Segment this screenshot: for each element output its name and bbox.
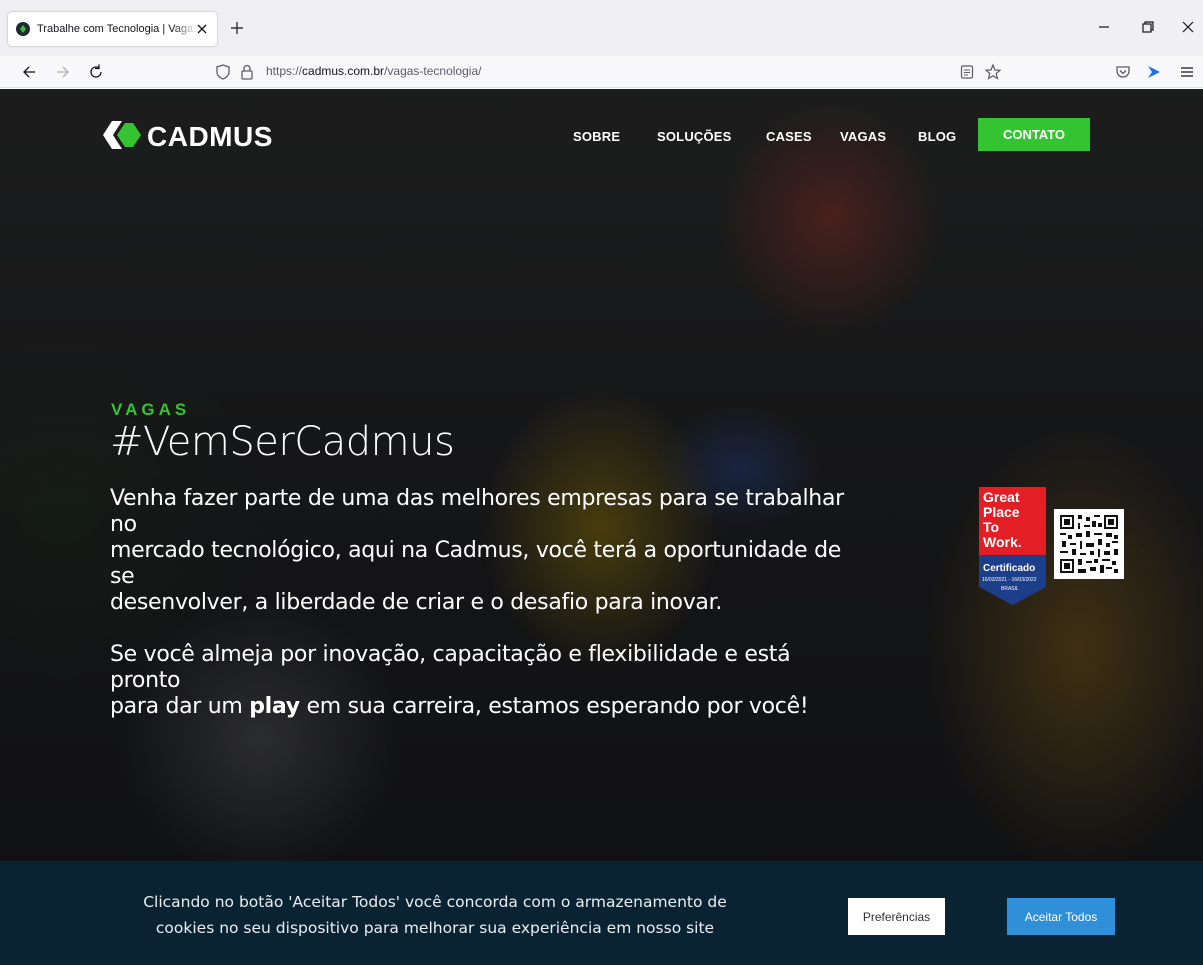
logo-text: CADMUS [147,121,273,152]
line-text: para dar um [110,694,250,719]
tracking-protection-shield-icon[interactable] [214,63,232,81]
cadmus-favicon-icon [16,22,30,36]
badge-dates: 16/03/2021 - 16/03/2022 [982,577,1037,583]
back-icon[interactable] [20,63,38,81]
paragraph-line: Venha fazer parte de uma das melhores em… [110,486,844,511]
forward-icon[interactable] [54,63,72,81]
qr-code [1054,509,1124,579]
preferences-button[interactable]: Preferências [848,898,945,935]
hero-paragraph-2: Se você almeja por inovação, capacitação… [110,642,960,720]
paragraph-line: desenvolver, a liberdade de criar e o de… [110,590,723,615]
nav-item-blog[interactable]: BLOG [918,129,956,144]
nav-item-solucoes[interactable]: SOLUÇÕES [657,129,732,144]
cadmus-logo-mark-icon [103,119,143,155]
restore-icon[interactable] [1140,19,1156,35]
new-tab-icon[interactable] [229,20,245,36]
badge-line-to: To [983,519,999,535]
minimize-icon[interactable] [1096,19,1112,35]
paragraph-line: para dar um play em sua carreira, estamo… [110,694,960,720]
hero-paragraph-1: Venha fazer parte de uma das melhores em… [110,486,960,616]
badge-line-work: Work. [983,534,1022,550]
url-path: /vagas-tecnologia/ [384,64,482,78]
paragraph-line: Se você almeja por inovação, capacitação… [110,642,791,667]
contato-button[interactable]: CONTATO [978,118,1090,151]
url-text[interactable]: https://cadmus.com.br/vagas-tecnologia/ [266,64,481,78]
badge-certified: Certificado [983,563,1035,574]
cookie-message: Clicando no botão 'Aceitar Todos' você c… [80,889,790,941]
app-menu-icon[interactable] [1178,63,1196,81]
paragraph-line: se [110,564,135,589]
nav-item-sobre[interactable]: SOBRE [573,129,620,144]
lock-icon[interactable] [238,63,256,81]
close-tab-icon[interactable] [195,21,209,35]
url-prefix: https:// [266,64,303,78]
reload-icon[interactable] [87,63,105,81]
tab-bar: Trabalhe com Tecnologia | Vagas [0,0,1203,56]
paragraph-line: pronto [110,668,181,693]
badge-line-place: Place [983,504,1020,520]
navigation-toolbar: https://cadmus.com.br/vagas-tecnologia/ [0,56,1203,88]
cookie-consent-banner: Clicando no botão 'Aceitar Todos' você c… [0,861,1203,965]
address-bar[interactable]: https://cadmus.com.br/vagas-tecnologia/ [204,58,1010,86]
accept-all-button[interactable]: Aceitar Todos [1007,898,1115,935]
section-eyebrow: VAGAS [111,400,191,419]
url-host: cadmus.com.br [302,64,385,78]
tab-title: Trabalhe com Tecnologia | Vagas [37,23,197,35]
close-window-icon[interactable] [1180,19,1196,35]
paragraph-line: no [110,512,137,537]
nav-item-vagas[interactable]: VAGAS [840,129,886,144]
play-emphasis: play [249,694,300,719]
cookie-message-line: Clicando no botão 'Aceitar Todos' você c… [143,893,727,911]
browser-tab[interactable]: Trabalhe com Tecnologia | Vagas [8,12,217,46]
hero-headline: #VemSerCadmus [110,419,455,465]
reader-view-icon[interactable] [958,63,976,81]
bookmark-star-icon[interactable] [984,63,1002,81]
cookie-message-line: cookies no seu dispositivo para melhorar… [155,919,715,937]
page-viewport: CADMUS SOBRE SOLUÇÕES CASES VAGAS BLOG C… [0,89,1203,965]
pocket-icon[interactable] [1114,63,1132,81]
cadmus-logo[interactable]: CADMUS [103,121,273,153]
line-text: em sua carreira, estamos esperando por v… [299,694,809,719]
badge-line-great: Great [983,489,1020,505]
great-place-to-work-badge: Great Place To Work. Certificado 16/03/2… [979,487,1046,605]
extension-icon[interactable] [1145,63,1163,81]
badge-country: BRASIL [1001,586,1019,592]
nav-item-cases[interactable]: CASES [766,129,812,144]
paragraph-line: mercado tecnológico, aqui na Cadmus, voc… [110,538,841,563]
